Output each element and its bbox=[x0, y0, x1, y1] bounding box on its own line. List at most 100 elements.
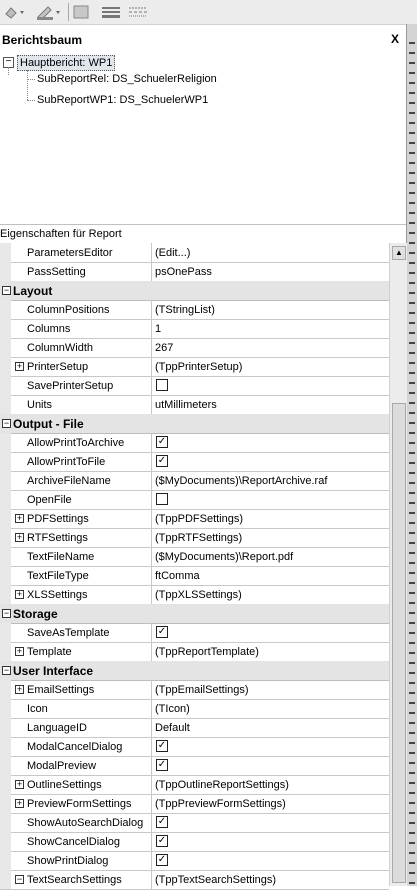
property-value[interactable]: Default bbox=[155, 722, 190, 734]
property-checkbox[interactable] bbox=[156, 379, 168, 391]
column-divider[interactable] bbox=[151, 262, 152, 281]
property-value[interactable]: (TIcon) bbox=[155, 703, 190, 715]
collapse-icon[interactable]: − bbox=[2, 666, 11, 675]
property-row-textfiletype[interactable]: TextFileType ftComma bbox=[0, 566, 389, 586]
property-checkbox[interactable]: ✓ bbox=[156, 835, 168, 847]
property-row-outlinesettings[interactable]: + OutlineSettings (TppOutlineReportSetting… bbox=[0, 775, 389, 795]
property-row-columnpositions[interactable]: ColumnPositions (TStringList) bbox=[0, 300, 389, 320]
column-divider[interactable] bbox=[151, 794, 152, 813]
column-divider[interactable] bbox=[151, 376, 152, 395]
property-value[interactable]: (TppEmailSettings) bbox=[155, 684, 249, 696]
column-divider[interactable] bbox=[151, 300, 152, 319]
tree-node-subreport[interactable]: SubReportWP1: DS_SchuelerWP1 bbox=[37, 94, 208, 106]
property-row-passsetting[interactable]: PassSetting psOnePass bbox=[0, 262, 389, 282]
property-row-modalcanceldialog[interactable]: ModalCancelDialog ✓ bbox=[0, 737, 389, 757]
tree-node-main-report[interactable]: Hauptbericht: WP1 bbox=[17, 55, 116, 71]
column-divider[interactable] bbox=[151, 395, 152, 414]
property-checkbox[interactable]: ✓ bbox=[156, 436, 168, 448]
property-row-pdfsettings[interactable]: + PDFSettings (TppPDFSettings) bbox=[0, 509, 389, 529]
column-divider[interactable] bbox=[151, 338, 152, 357]
property-value[interactable]: (TppXLSSettings) bbox=[155, 589, 242, 601]
vertical-scrollbar[interactable]: ▲ bbox=[389, 243, 407, 886]
property-row-parameterseditor[interactable]: ParametersEditor (Edit...) bbox=[0, 243, 389, 263]
column-divider[interactable] bbox=[151, 452, 152, 471]
expand-icon[interactable]: + bbox=[15, 647, 24, 656]
tree-node-subreport[interactable]: SubReportRel: DS_SchuelerReligion bbox=[37, 73, 217, 85]
property-row-units[interactable]: Units utMillimeters bbox=[0, 395, 389, 415]
property-value[interactable]: (TppPDFSettings) bbox=[155, 513, 243, 525]
property-row-allowprinttofile[interactable]: AllowPrintToFile ✓ bbox=[0, 452, 389, 472]
column-divider[interactable] bbox=[151, 775, 152, 794]
property-row-modalpreview[interactable]: ModalPreview ✓ bbox=[0, 756, 389, 776]
property-row-columnwidth[interactable]: ColumnWidth 267 bbox=[0, 338, 389, 358]
line-style-icon[interactable] bbox=[72, 4, 90, 20]
property-checkbox[interactable]: ✓ bbox=[156, 626, 168, 638]
column-divider[interactable] bbox=[151, 870, 152, 889]
property-value[interactable]: utMillimeters bbox=[155, 399, 217, 411]
property-row-rtfsettings[interactable]: + RTFSettings (TppRTFSettings) bbox=[0, 528, 389, 548]
property-row-icon[interactable]: Icon (TIcon) bbox=[0, 699, 389, 719]
property-value[interactable]: 267 bbox=[155, 342, 173, 354]
property-checkbox[interactable]: ✓ bbox=[156, 816, 168, 828]
property-value[interactable]: 1 bbox=[155, 323, 161, 335]
property-checkbox[interactable]: ✓ bbox=[156, 854, 168, 866]
property-row-template[interactable]: + Template (TppReportTemplate) bbox=[0, 642, 389, 662]
column-divider[interactable] bbox=[151, 642, 152, 661]
expand-icon[interactable]: + bbox=[15, 685, 24, 694]
scroll-up-arrow-icon[interactable]: ▲ bbox=[392, 246, 406, 260]
collapse-icon[interactable]: − bbox=[2, 609, 11, 618]
column-divider[interactable] bbox=[151, 699, 152, 718]
column-divider[interactable] bbox=[151, 756, 152, 775]
column-divider[interactable] bbox=[151, 509, 152, 528]
column-divider[interactable] bbox=[151, 566, 152, 585]
column-divider[interactable] bbox=[151, 623, 152, 642]
pen-color-icon[interactable] bbox=[34, 4, 62, 21]
category-user-interface[interactable]: − User Interface bbox=[0, 661, 389, 681]
property-row-saveprintersetup[interactable]: SavePrinterSetup bbox=[0, 376, 389, 396]
property-checkbox[interactable]: ✓ bbox=[156, 740, 168, 752]
column-divider[interactable] bbox=[151, 528, 152, 547]
column-divider[interactable] bbox=[151, 357, 152, 376]
property-value[interactable]: (TppPreviewFormSettings) bbox=[155, 798, 286, 810]
property-checkbox[interactable]: ✓ bbox=[156, 455, 168, 467]
property-value[interactable]: (TppOutlineReportSettings) bbox=[155, 779, 289, 791]
fill-color-icon[interactable] bbox=[3, 4, 25, 20]
property-value[interactable]: psOnePass bbox=[155, 266, 212, 278]
property-row-archivefilename[interactable]: ArchiveFileName ($MyDocuments)\ReportArch… bbox=[0, 471, 389, 491]
column-divider[interactable] bbox=[151, 851, 152, 870]
property-value[interactable]: (TppReportTemplate) bbox=[155, 646, 259, 658]
property-row-showprintdialog[interactable]: ShowPrintDialog ✓ bbox=[0, 851, 389, 871]
category-output-file[interactable]: − Output - File bbox=[0, 414, 389, 434]
expand-icon[interactable]: + bbox=[15, 362, 24, 371]
property-row-textfilename[interactable]: TextFileName ($MyDocuments)\Report.pdf bbox=[0, 547, 389, 567]
property-value[interactable]: ($MyDocuments)\Report.pdf bbox=[155, 551, 293, 563]
property-value[interactable]: ftComma bbox=[155, 570, 200, 582]
property-row-openfile[interactable]: OpenFile bbox=[0, 490, 389, 510]
expand-icon[interactable]: + bbox=[15, 533, 24, 542]
property-value[interactable]: (TppRTFSettings) bbox=[155, 532, 242, 544]
property-value[interactable]: (TppTextSearchSettings) bbox=[155, 874, 276, 886]
expand-icon[interactable]: + bbox=[15, 799, 24, 808]
property-row-columns[interactable]: Columns 1 bbox=[0, 319, 389, 339]
property-row-xlssettings[interactable]: + XLSSettings (TppXLSSettings) bbox=[0, 585, 389, 605]
category-storage[interactable]: − Storage bbox=[0, 604, 389, 624]
column-divider[interactable] bbox=[151, 433, 152, 452]
category-layout[interactable]: − Layout bbox=[0, 281, 389, 301]
expand-icon[interactable]: + bbox=[15, 780, 24, 789]
column-divider[interactable] bbox=[151, 547, 152, 566]
property-row-textsearchsettings[interactable]: − TextSearchSettings (TppTextSearchSetting… bbox=[0, 870, 389, 890]
property-row-allowprinttoarchive[interactable]: AllowPrintToArchive ✓ bbox=[0, 433, 389, 453]
property-checkbox[interactable] bbox=[156, 493, 168, 505]
column-divider[interactable] bbox=[151, 680, 152, 699]
column-divider[interactable] bbox=[151, 319, 152, 338]
column-divider[interactable] bbox=[151, 737, 152, 756]
expand-icon[interactable]: + bbox=[15, 514, 24, 523]
property-row-emailsettings[interactable]: + EmailSettings (TppEmailSettings) bbox=[0, 680, 389, 700]
property-row-previewformsettings[interactable]: + PreviewFormSettings (TppPreviewFormSetti… bbox=[0, 794, 389, 814]
column-divider[interactable] bbox=[151, 585, 152, 604]
property-row-showautosearchdialog[interactable]: ShowAutoSearchDialog ✓ bbox=[0, 813, 389, 833]
property-row-saveastemplate[interactable]: SaveAsTemplate ✓ bbox=[0, 623, 389, 643]
property-row-printersetup[interactable]: + PrinterSetup (TppPrinterSetup) bbox=[0, 357, 389, 377]
line-dash-icon[interactable] bbox=[127, 4, 149, 20]
close-icon[interactable]: X bbox=[391, 32, 399, 46]
